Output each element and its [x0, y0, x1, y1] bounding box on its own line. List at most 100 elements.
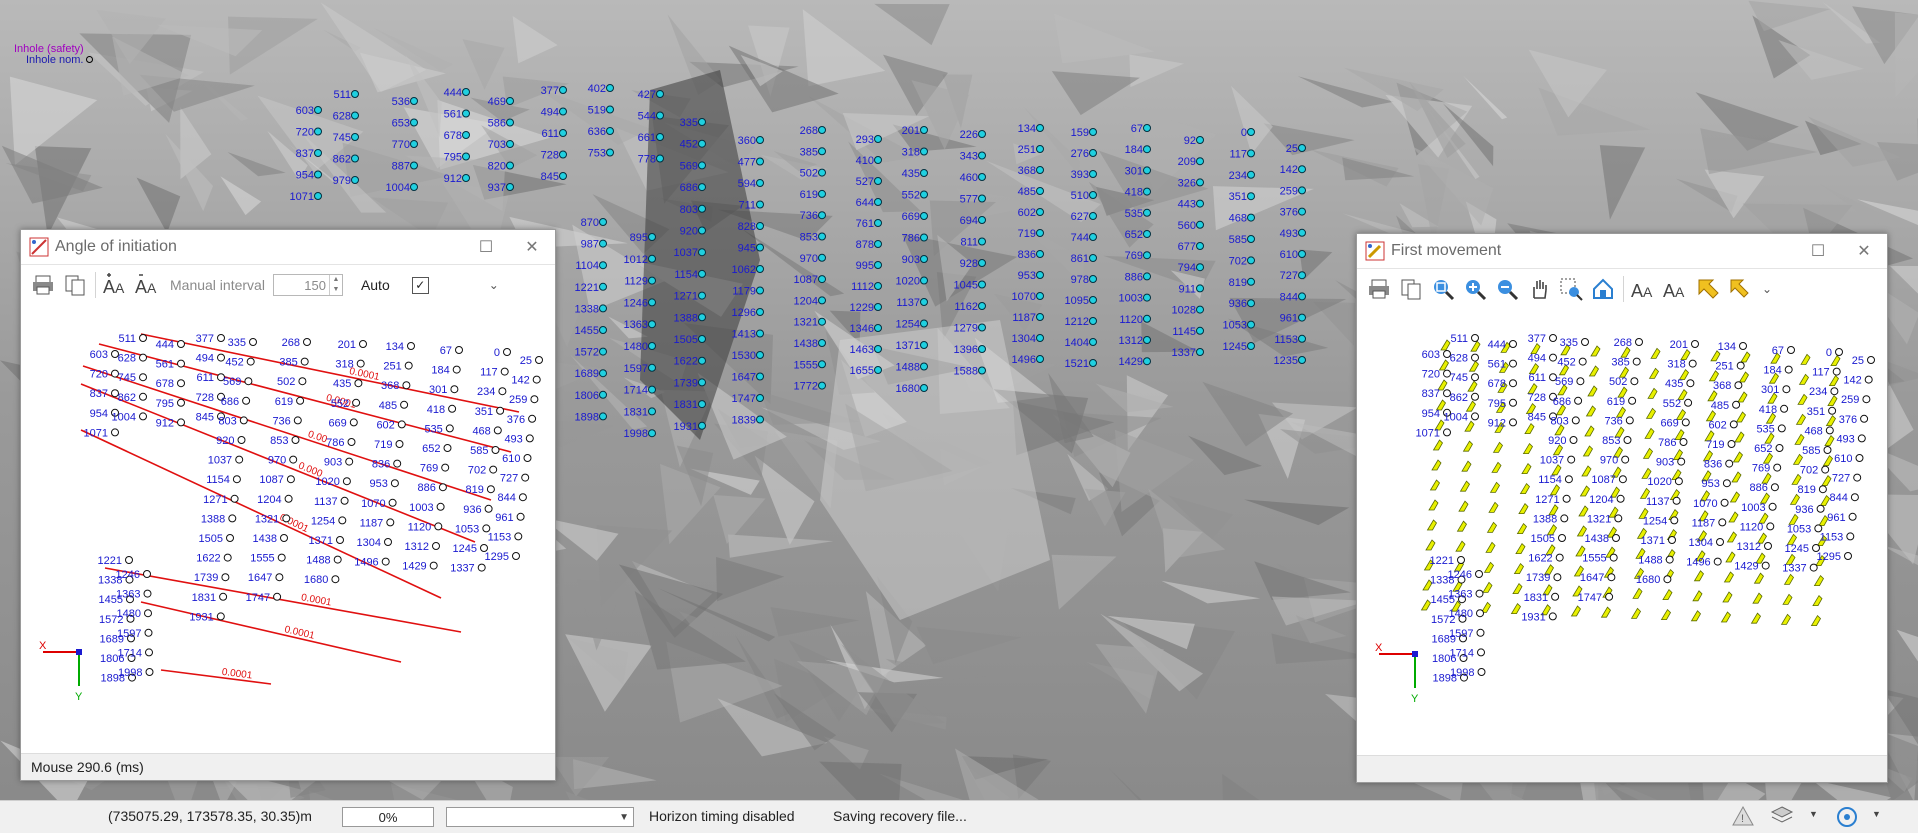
scene-hole-marker [1089, 233, 1097, 241]
warning-icon[interactable]: ! [1732, 805, 1754, 829]
plot-hole-marker [144, 609, 152, 618]
plot-hole-marker [1625, 416, 1634, 425]
plot-hole-marker [177, 418, 185, 427]
arrow-size-down-button[interactable] [1724, 273, 1756, 305]
close-button[interactable]: ✕ [1841, 234, 1887, 268]
plot-hole-label: 936 [1795, 504, 1813, 516]
plot-hole-marker [1571, 416, 1580, 425]
snap-target-icon[interactable] [1835, 805, 1859, 832]
scene-hole-marker [648, 233, 656, 241]
angle-plot-area[interactable]: 0.0001 0.0001 0.00 0.000 0.0001 0.0001 0.0001 0… [21, 312, 555, 728]
scene-hole-marker [559, 150, 567, 159]
plot-hole-label: 1053 [1787, 523, 1811, 535]
plot-hole-marker [296, 396, 305, 405]
plot-hole-marker [1475, 570, 1483, 578]
window-titlebar[interactable]: First movement ☐ ✕ [1357, 234, 1887, 269]
plot-hole-marker [277, 553, 286, 562]
window-titlebar[interactable]: Angle of initiation ☐ ✕ [21, 230, 555, 265]
progress-box: 0% [342, 807, 434, 827]
scene-hole-label: 653 [392, 118, 410, 130]
plot-hole-label: 201 [1670, 339, 1688, 351]
chevron-down-icon[interactable]: ⌄ [489, 278, 499, 292]
print-button[interactable] [1363, 273, 1395, 305]
plot-hole-marker [1720, 498, 1729, 507]
pan-button[interactable] [1523, 273, 1555, 305]
home-view-button[interactable] [1587, 273, 1619, 305]
plot-hole-label: 1204 [1589, 494, 1613, 506]
plot-hole-label: 251 [1715, 361, 1733, 373]
movement-plot[interactable]: 603 720 837 954 1071 511 628 745 862 1004 444 561 67… [1357, 316, 1887, 756]
plot-hole-label: 1271 [203, 494, 227, 506]
plot-hole-marker [498, 387, 507, 396]
plot-hole-marker [144, 628, 153, 637]
plot-hole-marker [386, 518, 395, 527]
scene-hole-marker [818, 232, 826, 241]
print-button[interactable] [27, 269, 59, 301]
chevron-down-icon[interactable]: ⌄ [1762, 282, 1772, 296]
movement-arrow [1582, 445, 1593, 457]
hand-icon [1533, 280, 1547, 299]
movement-plot-area[interactable]: 603 720 837 954 1071 511 628 745 862 1004 444 561 67… [1357, 316, 1887, 756]
interval-spinner[interactable]: ▲ ▼ [328, 275, 342, 295]
plot-hole-label: 844 [498, 492, 516, 504]
scene-hole-label: 326 [1178, 177, 1196, 189]
printer-icon [33, 275, 53, 295]
scene-hole-label: 1312 [1119, 335, 1143, 347]
movement-arrow [1485, 541, 1496, 553]
status-dropdown[interactable]: ▼ [446, 807, 634, 827]
scene-hole-label: 1012 [624, 254, 648, 266]
angle-of-initiation-window[interactable]: Angle of initiation ☐ ✕ AA AA Manual int… [20, 229, 556, 781]
plot-hole-marker [1564, 475, 1573, 484]
plot-hole-marker [532, 375, 541, 384]
chevron-down-icon[interactable]: ▼ [1872, 809, 1881, 819]
scene-hole-label: 1898 [575, 411, 599, 423]
scene-hole-label: 1371 [896, 340, 920, 352]
scene-hole-marker [1143, 124, 1151, 132]
zoom-out-icon [1498, 280, 1519, 301]
copy-button[interactable] [59, 269, 91, 301]
copy-button[interactable] [1395, 273, 1427, 305]
layers-icon[interactable] [1770, 805, 1794, 830]
scene-hole-label: 979 [333, 175, 351, 187]
scene-hole-marker [1298, 207, 1306, 216]
plot-hole-marker [496, 406, 505, 415]
increase-font-button[interactable]: AA [100, 269, 132, 301]
maximize-button[interactable]: ☐ [1795, 234, 1841, 268]
plot-hole-label: 1363 [1448, 589, 1472, 601]
plot-hole-marker [1766, 522, 1775, 531]
plot-hole-marker [1830, 387, 1839, 396]
scene-hole-label: 627 [1071, 211, 1089, 223]
plot-hole-label: 1622 [1528, 553, 1552, 565]
scene-hole-label: 603 [296, 105, 314, 117]
chevron-down-icon[interactable]: ▼ [1809, 809, 1818, 819]
scene-hole-marker [1143, 187, 1151, 196]
first-movement-window[interactable]: First movement ☐ ✕ AA AA ⌄ 603 720 837 954 1… [1356, 233, 1888, 783]
increase-font-button[interactable]: AA [1628, 273, 1660, 305]
zoom-fit-button[interactable] [1427, 273, 1459, 305]
zoom-box-button[interactable] [1555, 273, 1587, 305]
scene-hole-marker [698, 378, 706, 387]
auto-checkbox[interactable]: ✓ [411, 276, 429, 294]
angle-plot[interactable]: 0.00010.00010.000.0000.00010.00010.00010… [21, 312, 555, 728]
plot-hole-label: 1087 [259, 474, 283, 486]
decrease-font-button[interactable]: AA [132, 269, 164, 301]
scene-hole-label: 1455 [575, 325, 599, 337]
scene-hole-label: 335 [680, 117, 698, 129]
scene-hole-marker [599, 390, 607, 399]
scene-hole-label: 201 [902, 125, 920, 137]
scene-hole-label: 301 [1125, 165, 1143, 177]
movement-arrows [1420, 339, 1841, 626]
plot-hole-marker [1725, 459, 1734, 468]
interval-input[interactable]: 150 ▲ ▼ [272, 274, 343, 296]
scene-hole-label: 443 [1178, 199, 1196, 211]
zoom-out-button[interactable] [1491, 273, 1523, 305]
scene-hole-marker [559, 172, 567, 180]
zoom-fit-icon [1434, 280, 1455, 301]
arrow-size-up-button[interactable] [1692, 273, 1724, 305]
decrease-font-button[interactable]: AA [1660, 273, 1692, 305]
zoom-in-button[interactable] [1459, 273, 1491, 305]
scene-hole-marker [314, 170, 322, 179]
maximize-button[interactable]: ☐ [463, 230, 509, 264]
plot-hole-label: 335 [228, 337, 246, 349]
close-button[interactable]: ✕ [509, 230, 555, 264]
